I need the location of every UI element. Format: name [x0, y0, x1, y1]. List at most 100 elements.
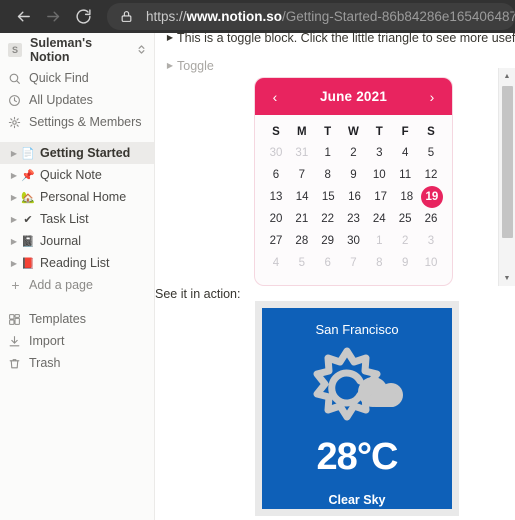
- triangle-right-icon[interactable]: ▶: [163, 57, 177, 75]
- toggle-block-text: This is a toggle block. Click the little…: [177, 33, 515, 45]
- workspace-switcher[interactable]: S Suleman's Notion: [0, 36, 154, 64]
- toggle-block-collapsed[interactable]: ▶ Toggle: [155, 57, 515, 75]
- calendar-day[interactable]: 6: [316, 252, 340, 274]
- sidebar-item-reading-list[interactable]: ▶ 📕 Reading List: [0, 252, 154, 274]
- calendar-day[interactable]: 3: [367, 142, 391, 164]
- calendar-day[interactable]: 6: [264, 164, 288, 186]
- calendar-widget: ‹ June 2021 › S M T W T F S 30 31 1 2 3 4 5 6 7 8…: [255, 78, 452, 285]
- sidebar-item-all-updates[interactable]: All Updates: [0, 89, 154, 111]
- calendar-day[interactable]: 4: [393, 142, 417, 164]
- calendar-day[interactable]: 26: [419, 208, 443, 230]
- calendar-day[interactable]: 8: [316, 164, 340, 186]
- calendar-day[interactable]: 18: [395, 186, 419, 208]
- calendar-day-selected[interactable]: 19: [420, 186, 443, 208]
- calendar-week-row: 27 28 29 30 1 2 3: [264, 230, 443, 252]
- calendar-day[interactable]: 20: [264, 208, 288, 230]
- calendar-day[interactable]: 15: [316, 186, 340, 208]
- reload-button[interactable]: [68, 2, 98, 32]
- disclosure-triangle-icon[interactable]: ▶: [8, 149, 20, 158]
- sidebar: S Suleman's Notion Quick Find All Update…: [0, 33, 155, 520]
- search-icon: [8, 72, 23, 85]
- forward-button[interactable]: [38, 2, 68, 32]
- calendar-day[interactable]: 21: [290, 208, 314, 230]
- calendar-day[interactable]: 14: [290, 186, 314, 208]
- calendar-dow: W: [348, 126, 359, 138]
- disclosure-triangle-icon[interactable]: ▶: [8, 215, 20, 224]
- calendar-day[interactable]: 11: [393, 164, 417, 186]
- calendar-week-row: 4 5 6 7 8 9 10: [264, 252, 443, 274]
- calendar-day[interactable]: 5: [290, 252, 314, 274]
- sidebar-item-quick-note[interactable]: ▶ 📌 Quick Note: [0, 164, 154, 186]
- calendar-day[interactable]: 7: [341, 252, 365, 274]
- calendar-day[interactable]: 10: [367, 164, 391, 186]
- calendar-day[interactable]: 3: [419, 230, 443, 252]
- calendar-day[interactable]: 4: [264, 252, 288, 274]
- disclosure-triangle-icon[interactable]: ▶: [8, 259, 20, 268]
- sidebar-item-task-list[interactable]: ▶ ✔ Task List: [0, 208, 154, 230]
- sidebar-item-trash[interactable]: Trash: [0, 352, 154, 374]
- sidebar-item-journal[interactable]: ▶ 📓 Journal: [0, 230, 154, 252]
- sidebar-item-getting-started[interactable]: ▶ 📄 Getting Started: [0, 142, 154, 164]
- calendar-day[interactable]: 24: [367, 208, 391, 230]
- address-bar[interactable]: https://www.notion.so/Getting-Started-86…: [107, 3, 515, 30]
- page-icon: ✔: [23, 213, 33, 226]
- workspace-avatar: S: [8, 42, 22, 57]
- page-icon: 📕: [21, 257, 35, 270]
- add-page-button[interactable]: + Add a page: [0, 274, 154, 296]
- sidebar-item-personal-home[interactable]: ▶ 🏡 Personal Home: [0, 186, 154, 208]
- sidebar-item-label: Quick Note: [40, 168, 102, 182]
- caret-up-icon[interactable]: ▲: [499, 68, 515, 84]
- calendar-weeks: 30 31 1 2 3 4 5 6 7 8 9 10 11 12 13 14 15 16 17 18 19 20 21 22 2…: [264, 142, 443, 274]
- sidebar-item-label: Templates: [29, 312, 86, 326]
- sidebar-item-import[interactable]: Import: [0, 330, 154, 352]
- calendar-day[interactable]: 1: [316, 142, 340, 164]
- chevron-left-icon[interactable]: ‹: [268, 90, 282, 104]
- scrollbar-thumb[interactable]: [502, 86, 513, 238]
- back-button[interactable]: [8, 2, 38, 32]
- sidebar-bottom-nav: Templates Import Trash: [0, 308, 154, 374]
- calendar-week-row: 20 21 22 23 24 25 26: [264, 208, 443, 230]
- disclosure-triangle-icon[interactable]: ▶: [8, 237, 20, 246]
- content-scrollbar[interactable]: ▲ ▼: [498, 68, 515, 286]
- sidebar-item-label: Getting Started: [40, 146, 131, 160]
- import-icon: [8, 335, 23, 348]
- disclosure-triangle-icon[interactable]: ▶: [8, 193, 20, 202]
- sidebar-item-quick-find[interactable]: Quick Find: [0, 67, 154, 89]
- calendar-day[interactable]: 27: [264, 230, 288, 252]
- disclosure-triangle-icon[interactable]: ▶: [8, 171, 20, 180]
- calendar-day[interactable]: 28: [290, 230, 314, 252]
- toggle-block-open[interactable]: ▶ This is a toggle block. Click the litt…: [155, 33, 515, 47]
- triangle-down-icon[interactable]: ▶: [163, 33, 177, 47]
- calendar-day[interactable]: 22: [316, 208, 340, 230]
- calendar-day[interactable]: 7: [290, 164, 314, 186]
- calendar-day[interactable]: 29: [316, 230, 340, 252]
- calendar-day[interactable]: 10: [419, 252, 443, 274]
- sidebar-item-settings-members[interactable]: Settings & Members: [0, 111, 154, 133]
- calendar-day[interactable]: 1: [367, 230, 391, 252]
- page-icon: 📌: [21, 169, 35, 182]
- calendar-day[interactable]: 12: [419, 164, 443, 186]
- chevron-right-icon[interactable]: ›: [425, 90, 439, 104]
- arrow-left-icon: [15, 8, 32, 25]
- caret-down-icon[interactable]: ▼: [499, 270, 515, 286]
- calendar-day[interactable]: 30: [264, 142, 288, 164]
- sidebar-item-templates[interactable]: Templates: [0, 308, 154, 330]
- calendar-day[interactable]: 31: [290, 142, 314, 164]
- calendar-day[interactable]: 2: [393, 230, 417, 252]
- calendar-day[interactable]: 23: [341, 208, 365, 230]
- calendar-day[interactable]: 13: [264, 186, 288, 208]
- calendar-day[interactable]: 2: [341, 142, 365, 164]
- calendar-day[interactable]: 8: [367, 252, 391, 274]
- calendar-day[interactable]: 16: [342, 186, 366, 208]
- sidebar-item-label: All Updates: [29, 93, 93, 107]
- calendar-day[interactable]: 17: [369, 186, 393, 208]
- calendar-day[interactable]: 5: [419, 142, 443, 164]
- arrow-right-icon: [45, 8, 62, 25]
- calendar-day[interactable]: 30: [341, 230, 365, 252]
- calendar-day[interactable]: 9: [341, 164, 365, 186]
- calendar-day[interactable]: 9: [393, 252, 417, 274]
- calendar-dow-row: S M T W T F S: [264, 122, 443, 142]
- calendar-day[interactable]: 25: [393, 208, 417, 230]
- scrollbar-track[interactable]: [499, 84, 515, 270]
- see-in-action-label: See it in action:: [155, 287, 241, 301]
